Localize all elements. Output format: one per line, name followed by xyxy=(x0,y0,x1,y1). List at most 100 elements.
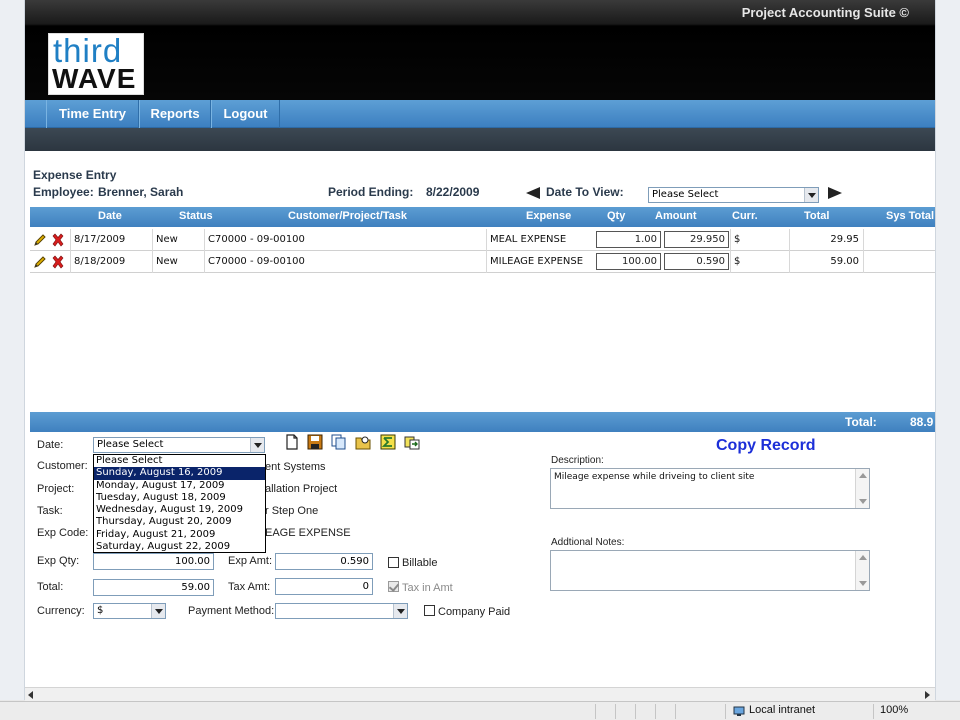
pencil-icon[interactable] xyxy=(33,233,47,247)
form-total-label: Total: xyxy=(37,581,64,593)
date-option[interactable]: Monday, August 17, 2009 xyxy=(94,480,265,492)
status-divider xyxy=(873,704,874,719)
expense-grid-header: Date Status Customer/Project/Task Expens… xyxy=(30,207,935,227)
period-ending-label: Period Ending: xyxy=(328,185,414,199)
copy-icon[interactable] xyxy=(331,434,347,450)
tax-in-amt-label: Tax in Amt xyxy=(402,582,453,594)
date-to-view-label: Date To View: xyxy=(546,185,624,199)
exp-qty-input[interactable]: 100.00 xyxy=(93,553,214,570)
tax-in-amt-checkbox[interactable] xyxy=(388,581,399,592)
nav-reports[interactable]: Reports xyxy=(139,100,211,128)
next-date-arrow-icon[interactable] xyxy=(828,187,842,199)
grid-total-bar: Total: 88.9 xyxy=(30,412,935,432)
col-total: Total xyxy=(804,210,830,222)
nav-logout[interactable]: Logout xyxy=(211,100,280,128)
task-label: Task: xyxy=(37,505,63,517)
chevron-down-icon xyxy=(804,188,818,202)
prev-date-arrow-icon[interactable] xyxy=(526,187,540,199)
task-value: r Step One xyxy=(265,505,319,517)
chevron-down-icon xyxy=(393,604,407,618)
row-customer-project-task: C70000 - 09-00100 xyxy=(204,251,486,273)
table-row: 8/17/2009 New C70000 - 09-00100 MEAL EXP… xyxy=(30,229,935,251)
date-option[interactable]: Wednesday, August 19, 2009 xyxy=(94,504,265,516)
date-option[interactable]: Saturday, August 22, 2009 xyxy=(94,541,265,553)
grid-total-value: 88.9 xyxy=(910,415,934,429)
row-expense: MEAL EXPENSE xyxy=(486,229,593,251)
row-qty-input[interactable]: 100.00 xyxy=(596,253,661,270)
row-total: 29.95 xyxy=(789,229,863,251)
folder-search-icon[interactable] xyxy=(355,434,371,450)
new-doc-icon[interactable] xyxy=(284,434,300,450)
notes-textarea[interactable] xyxy=(550,550,870,591)
export-icon[interactable] xyxy=(404,434,420,450)
textarea-scrollbar[interactable] xyxy=(855,551,869,590)
employee-label: Employee: xyxy=(33,185,94,199)
col-expense: Expense xyxy=(526,210,572,222)
date-option-highlighted[interactable]: Sunday, August 16, 2009 xyxy=(94,467,265,480)
row-amount-input[interactable]: 0.590 xyxy=(664,253,729,270)
tax-amt-label: Tax Amt: xyxy=(228,581,271,593)
top-banner: Project Accounting Suite © third WAVE xyxy=(25,0,935,100)
copy-record-link[interactable]: Copy Record xyxy=(716,437,816,455)
currency-select[interactable]: $ xyxy=(93,603,166,619)
delete-x-icon[interactable] xyxy=(51,255,65,269)
date-option[interactable]: Friday, August 21, 2009 xyxy=(94,529,265,541)
row-currency: $ xyxy=(730,229,789,251)
table-row: 8/18/2009 New C70000 - 09-00100 MILEAGE … xyxy=(30,251,935,273)
period-ending-value: 8/22/2009 xyxy=(426,185,480,199)
col-amount: Amount xyxy=(655,210,697,222)
date-option[interactable]: Please Select xyxy=(94,455,265,467)
row-amount-input[interactable]: 29.950 xyxy=(664,231,729,248)
row-sys-total xyxy=(863,229,935,251)
row-total: 59.00 xyxy=(789,251,863,273)
exp-code-label: Exp Code: xyxy=(37,527,89,539)
row-date: 8/18/2009 xyxy=(70,251,152,273)
payment-method-label: Payment Method: xyxy=(188,605,275,617)
row-qty-input[interactable]: 1.00 xyxy=(596,231,661,248)
date-select[interactable]: Please Select xyxy=(93,437,265,453)
status-divider xyxy=(675,704,676,719)
form-total-input[interactable]: 59.00 xyxy=(93,579,214,596)
scroll-left-icon[interactable] xyxy=(28,691,33,699)
exp-amt-input[interactable]: 0.590 xyxy=(275,553,373,570)
description-value: Mileage expense while driveing to client… xyxy=(554,472,755,482)
row-status: New xyxy=(152,251,204,273)
save-icon[interactable] xyxy=(307,434,323,450)
exp-qty-label: Exp Qty: xyxy=(37,555,80,567)
pencil-icon[interactable] xyxy=(33,255,47,269)
customer-value: ent Systems xyxy=(265,461,326,473)
payment-method-select[interactable] xyxy=(275,603,408,619)
chevron-down-icon xyxy=(151,604,165,618)
status-divider xyxy=(635,704,636,719)
col-date: Date xyxy=(98,210,122,222)
intranet-icon xyxy=(733,706,745,716)
date-option[interactable]: Thursday, August 20, 2009 xyxy=(94,516,265,528)
currency-value: $ xyxy=(97,605,104,616)
textarea-scrollbar[interactable] xyxy=(855,469,869,508)
date-label: Date: xyxy=(37,439,64,451)
row-expense: MILEAGE EXPENSE xyxy=(486,251,593,273)
suite-title: Project Accounting Suite © xyxy=(741,5,909,20)
chevron-down-icon xyxy=(250,438,264,452)
sum-icon[interactable] xyxy=(380,434,396,450)
row-sys-total xyxy=(863,251,935,273)
description-label: Description: xyxy=(551,455,604,466)
date-to-view-select[interactable]: Please Select xyxy=(648,187,819,203)
company-paid-label: Company Paid xyxy=(438,606,511,618)
main-nav: Time Entry Reports Logout xyxy=(25,100,935,128)
billable-checkbox[interactable] xyxy=(388,557,399,568)
company-paid-checkbox[interactable] xyxy=(424,605,435,616)
nav-time-entry[interactable]: Time Entry xyxy=(46,100,139,128)
exp-code-value: EAGE EXPENSE xyxy=(265,527,351,539)
horizontal-scrollbar[interactable] xyxy=(25,687,935,701)
row-status: New xyxy=(152,229,204,251)
tax-amt-input[interactable]: 0 xyxy=(275,578,373,595)
col-customer-project-task: Customer/Project/Task xyxy=(288,210,408,222)
scroll-right-icon[interactable] xyxy=(925,691,930,699)
description-textarea[interactable]: Mileage expense while driveing to client… xyxy=(550,468,870,509)
zoom-level[interactable]: 100% xyxy=(880,704,908,716)
col-status: Status xyxy=(179,210,213,222)
delete-x-icon[interactable] xyxy=(51,233,65,247)
date-option[interactable]: Tuesday, August 18, 2009 xyxy=(94,492,265,504)
sub-nav-bar xyxy=(25,128,935,151)
